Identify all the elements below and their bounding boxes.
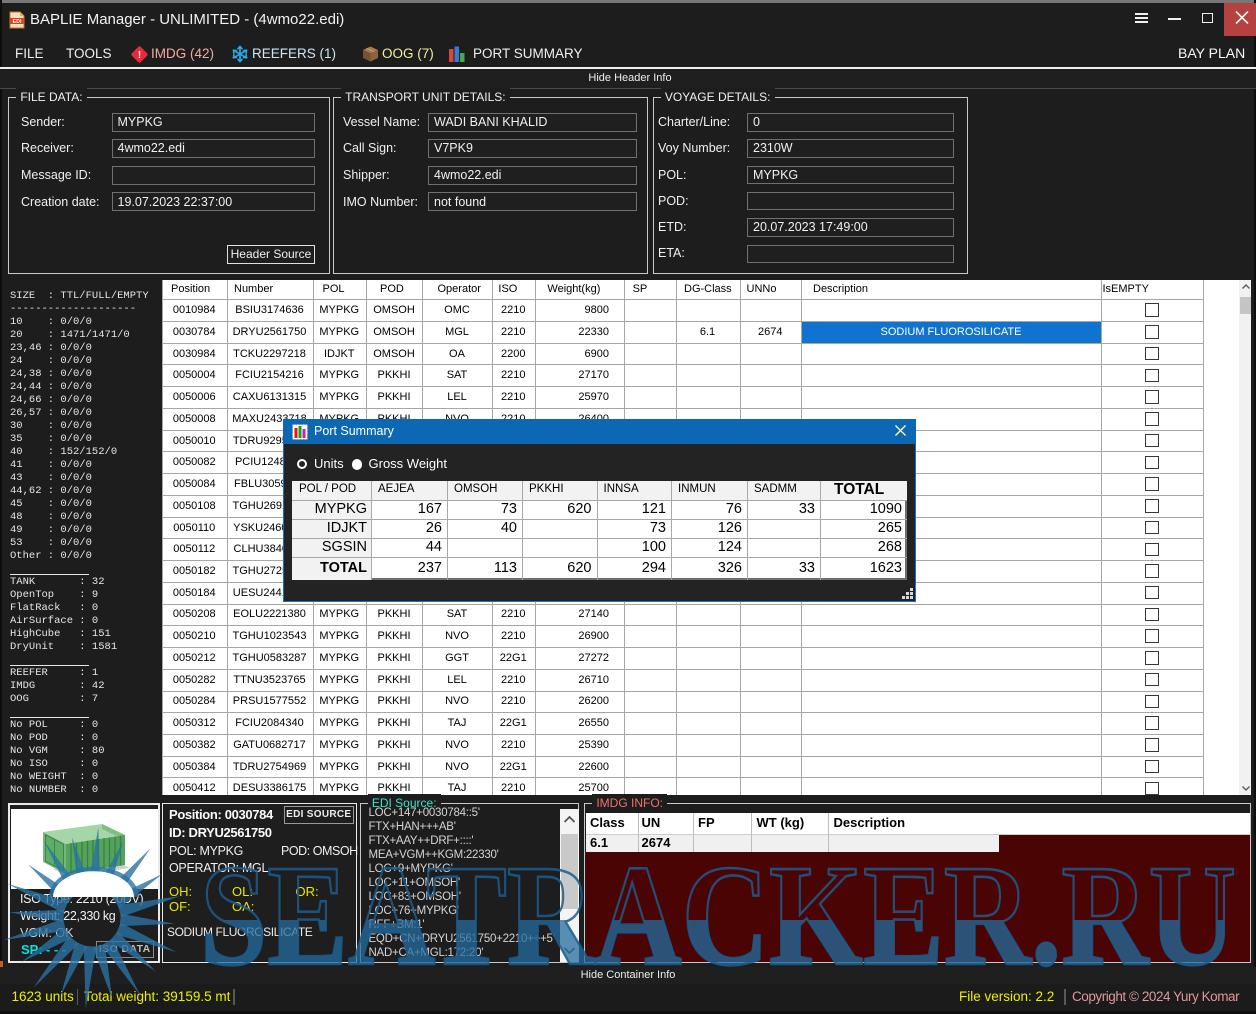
svg-text:EDI: EDI bbox=[13, 19, 22, 25]
svg-text:!: ! bbox=[138, 50, 141, 61]
